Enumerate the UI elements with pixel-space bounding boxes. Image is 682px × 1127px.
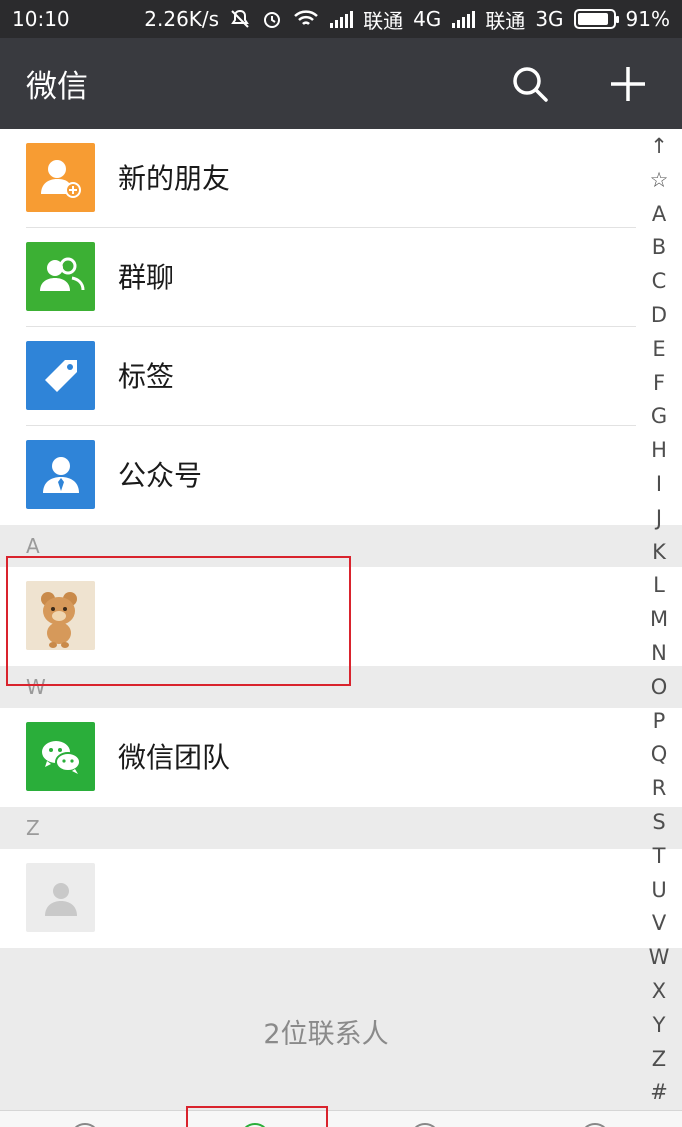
index-letter[interactable]: F — [653, 367, 665, 401]
tag-icon — [26, 341, 95, 410]
search-button[interactable] — [510, 64, 550, 104]
network-speed: 2.26K/s — [144, 7, 220, 31]
wechat-contacts-screen: 10:10 2.26K/s 联通 4G 联通 3G 91% 微信 新的朋友 群聊… — [0, 0, 682, 1127]
add-friend-icon — [26, 143, 95, 212]
index-letter[interactable]: X — [652, 975, 666, 1009]
header-actions — [510, 64, 648, 104]
wifi-icon — [293, 9, 319, 29]
index-letter[interactable]: T — [653, 840, 666, 874]
index-letter[interactable]: H — [651, 434, 667, 468]
page-title: 微信 — [26, 69, 88, 105]
battery-icon — [573, 9, 619, 29]
contact-name: 微信团队 — [118, 741, 231, 774]
signal-icon — [329, 10, 354, 28]
alarm-icon — [261, 8, 283, 30]
index-letter[interactable]: P — [653, 705, 666, 739]
tab-contacts-icon[interactable] — [240, 1123, 270, 1127]
network-type-1: 4G — [413, 7, 442, 31]
contact-row-bear[interactable] — [0, 567, 682, 666]
index-letter[interactable]: Q — [651, 738, 668, 772]
index-letter[interactable]: Z — [652, 1043, 666, 1077]
mute-icon — [229, 8, 251, 30]
tab-chats-icon[interactable] — [70, 1123, 100, 1127]
index-letter[interactable]: K — [652, 536, 666, 570]
tab-discover-icon[interactable] — [410, 1123, 440, 1127]
contact-avatar-bear — [26, 581, 95, 650]
function-row-official-accounts[interactable]: 公众号 — [0, 426, 682, 525]
index-letter[interactable]: E — [652, 333, 665, 367]
index-letter[interactable]: I — [656, 468, 662, 502]
function-label: 群聊 — [118, 261, 175, 294]
index-letter[interactable]: ☆ — [650, 164, 669, 198]
index-letter[interactable]: J — [656, 502, 662, 536]
contact-row-default[interactable] — [0, 849, 682, 948]
index-letter[interactable]: G — [651, 400, 667, 434]
index-letter[interactable]: S — [652, 806, 665, 840]
section-header-a: A — [0, 525, 682, 567]
section-header-z: Z — [0, 807, 682, 849]
index-letter[interactable]: W — [649, 941, 670, 975]
status-time: 10:10 — [12, 7, 70, 31]
contact-row-wechat-team[interactable]: 微信团队 — [0, 708, 682, 807]
index-letter[interactable]: L — [653, 569, 665, 603]
carrier-1: 联通 — [363, 8, 404, 33]
function-label: 公众号 — [118, 459, 203, 492]
index-letter[interactable]: ↑ — [650, 130, 668, 164]
index-letter[interactable]: V — [652, 907, 666, 941]
bottom-tab-bar — [0, 1110, 682, 1127]
plus-icon — [611, 66, 645, 101]
index-letter[interactable]: A — [652, 198, 666, 232]
index-letter[interactable]: B — [652, 231, 666, 265]
signal-icon-2 — [451, 10, 476, 28]
status-bar: 10:10 2.26K/s 联通 4G 联通 3G 91% — [0, 0, 682, 38]
index-letter[interactable]: U — [651, 874, 666, 908]
add-button[interactable] — [608, 64, 648, 104]
index-letter[interactable]: Y — [653, 1009, 666, 1043]
tab-me-icon[interactable] — [580, 1123, 610, 1127]
alphabet-index[interactable]: ↑ ☆ A B C D E F G H I J K L M N O P Q R S T U V W X Y Z # — [644, 130, 674, 1110]
search-icon — [513, 66, 548, 102]
function-row-group-chat[interactable]: 群聊 — [0, 228, 682, 327]
group-chat-icon — [26, 242, 95, 311]
index-letter[interactable]: M — [650, 603, 668, 637]
index-letter[interactable]: # — [650, 1076, 668, 1110]
network-type-2: 3G — [535, 7, 564, 31]
index-letter[interactable]: O — [651, 671, 668, 705]
function-row-tags[interactable]: 标签 — [0, 327, 682, 426]
contacts-list: 新的朋友 群聊 标签 公众号 A W 微信团队 Z 2位联系人 — [0, 129, 682, 1114]
function-row-new-friends[interactable]: 新的朋友 — [0, 129, 682, 228]
function-label: 新的朋友 — [118, 162, 231, 195]
battery-fill — [577, 13, 609, 25]
status-right: 2.26K/s 联通 4G 联通 3G 91% — [144, 5, 670, 34]
index-letter[interactable]: C — [652, 265, 667, 299]
app-header: 微信 — [0, 38, 682, 129]
official-account-icon — [26, 440, 95, 509]
section-header-w: W — [0, 666, 682, 708]
function-label: 标签 — [118, 360, 175, 393]
index-letter[interactable]: R — [652, 772, 667, 806]
default-avatar-icon — [26, 863, 95, 932]
index-letter[interactable]: N — [651, 637, 667, 671]
carrier-2: 联通 — [485, 8, 526, 33]
battery-percent: 91% — [625, 7, 670, 31]
contact-count: 2位联系人 — [0, 948, 682, 1114]
wechat-logo-icon — [26, 722, 95, 791]
index-letter[interactable]: D — [651, 299, 667, 333]
